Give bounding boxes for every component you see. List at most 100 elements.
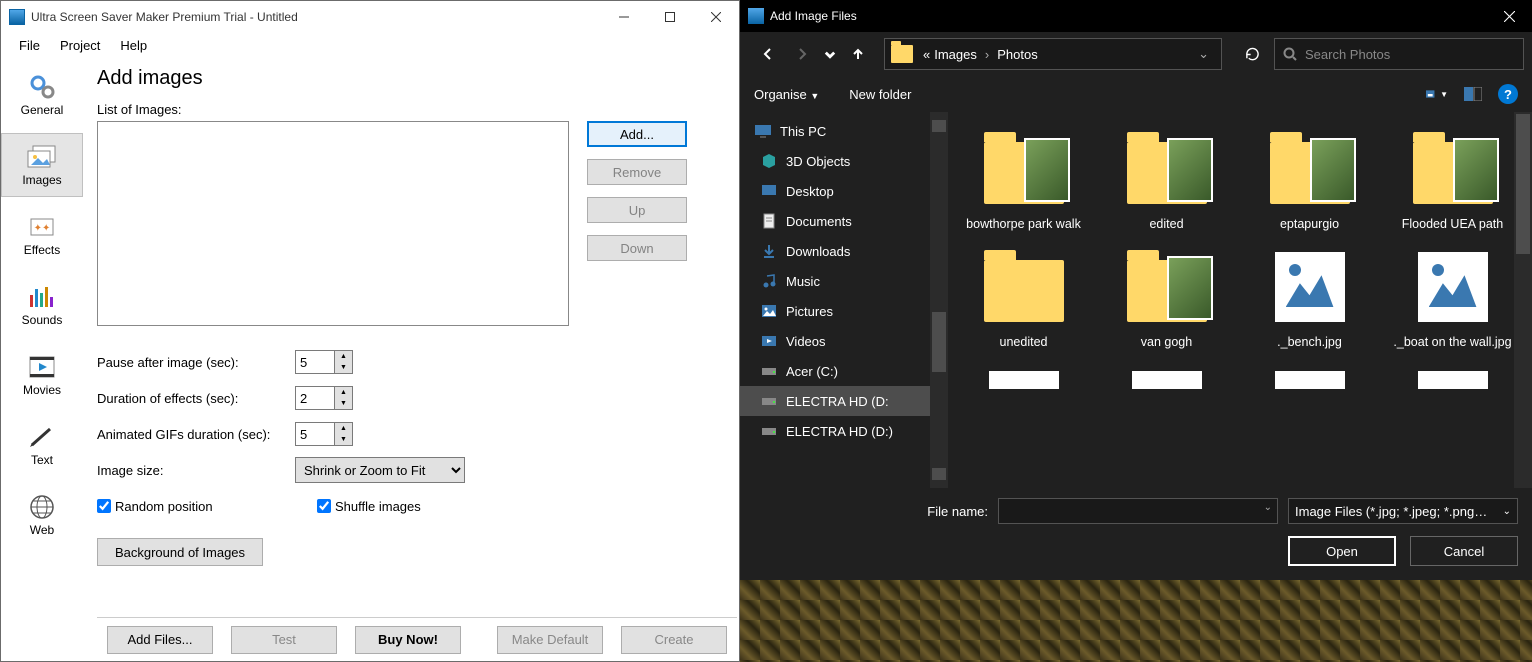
test-button[interactable]: Test [231,626,337,654]
sidebar-item-web[interactable]: Web [1,483,83,547]
file-item[interactable] [1238,361,1381,393]
file-name: ._boat on the wall.jpg [1393,334,1511,350]
file-item[interactable]: Flooded UEA path [1381,124,1514,236]
tree-item-desktop[interactable]: Desktop [740,176,930,206]
sidebar-item-sounds[interactable]: Sounds [1,273,83,337]
maximize-button[interactable] [647,1,693,33]
nav-recent-button[interactable] [822,40,838,68]
search-icon [1283,47,1297,61]
spin-down-icon[interactable]: ▼ [335,362,352,373]
size-combobox[interactable]: Shrink or Zoom to Fit [295,457,465,483]
files-scrollbar[interactable] [1514,112,1532,488]
size-label: Image size: [97,463,295,478]
folder-icon [891,45,913,63]
tree-item-pictures[interactable]: Pictures [740,296,930,326]
tree-item-music[interactable]: Music [740,266,930,296]
nav-forward-button[interactable] [788,40,816,68]
organise-menu[interactable]: Organise ▼ [754,87,819,102]
tree-item-acer-c-[interactable]: Acer (C:) [740,356,930,386]
tree-item-electra-hd-d-[interactable]: ELECTRA HD (D:) [740,416,930,446]
spin-down-icon[interactable]: ▼ [335,398,352,409]
dialog-close-button[interactable] [1486,0,1532,32]
address-bar[interactable]: « Images › Photos ⌄ [884,38,1222,70]
sidebar-item-text[interactable]: Text [1,413,83,477]
up-button[interactable]: Up [587,197,687,223]
tree-item-label: 3D Objects [786,154,850,169]
tree-item-this-pc[interactable]: This PC [740,116,930,146]
filename-input[interactable] [998,498,1278,524]
close-button[interactable] [693,1,739,33]
file-item[interactable] [1095,361,1238,393]
chevron-down-icon[interactable]: ⌄ [1264,502,1272,513]
file-item[interactable]: edited [1095,124,1238,236]
nav-up-button[interactable] [844,40,872,68]
file-item[interactable]: unedited [952,242,1095,354]
nav-back-button[interactable] [754,40,782,68]
sidebar-label-sounds: Sounds [22,313,63,327]
search-input[interactable]: Search Photos [1274,38,1524,70]
tree-item-videos[interactable]: Videos [740,326,930,356]
chevron-down-icon[interactable]: ⌄ [1192,46,1215,62]
chevron-down-icon: ⌄ [1503,506,1511,517]
addfiles-button[interactable]: Add Files... [107,626,213,654]
refresh-button[interactable] [1236,38,1268,70]
create-button[interactable]: Create [621,626,727,654]
tree-item-downloads[interactable]: Downloads [740,236,930,266]
menu-help[interactable]: Help [110,36,157,55]
help-button[interactable]: ? [1498,84,1518,104]
open-button[interactable]: Open [1288,536,1396,566]
spin-up-icon[interactable]: ▲ [335,387,352,398]
pause-spinner[interactable]: ▲▼ [295,350,353,374]
pause-input[interactable] [295,350,335,374]
sidebar-item-movies[interactable]: Movies [1,343,83,407]
random-checkbox[interactable]: Random position [97,499,295,514]
add-button[interactable]: Add... [587,121,687,147]
gif-spinner[interactable]: ▲▼ [295,422,353,446]
drive-icon [760,393,778,409]
gif-input[interactable] [295,422,335,446]
duration-input[interactable] [295,386,335,410]
menu-file[interactable]: File [9,36,50,55]
spin-up-icon[interactable]: ▲ [335,423,352,434]
tree-item-3d-objects[interactable]: 3D Objects [740,146,930,176]
background-button[interactable]: Background of Images [97,538,263,566]
menu-project[interactable]: Project [50,36,110,55]
spin-up-icon[interactable]: ▲ [335,351,352,362]
file-item[interactable] [1381,361,1514,393]
file-item[interactable]: eptapurgio [1238,124,1381,236]
file-item[interactable]: van gogh [1095,242,1238,354]
sidebar-item-effects[interactable]: ✦✦ Effects [1,203,83,267]
remove-button[interactable]: Remove [587,159,687,185]
music-icon [760,273,778,289]
view-mode-button[interactable]: ▼ [1426,85,1448,103]
tree-item-label: Music [786,274,820,289]
sidebar-item-general[interactable]: General [1,63,83,127]
file-item[interactable]: ._boat on the wall.jpg [1381,242,1514,354]
preview-pane-button[interactable] [1462,85,1484,103]
folder-tree[interactable]: This PC 3D Objects DesktopDocumentsDownloa… [740,112,930,488]
app-icon [748,8,764,24]
images-listbox[interactable] [97,121,569,326]
sidebar-item-images[interactable]: Images [1,133,83,197]
tree-scrollbar[interactable] [930,112,948,488]
file-list[interactable]: bowthorpe park walkeditedeptapurgioFlood… [948,112,1514,488]
cancel-button[interactable]: Cancel [1410,536,1518,566]
down-button[interactable]: Down [587,235,687,261]
shuffle-checkbox[interactable]: Shuffle images [317,499,421,514]
chevron-down-icon: ▼ [810,91,819,101]
file-item[interactable] [952,361,1095,393]
breadcrumb-seg2[interactable]: Photos [997,47,1037,62]
tree-item-electra-hd-d-[interactable]: ELECTRA HD (D: [740,386,930,416]
breadcrumb-prefix: « [923,47,930,62]
duration-spinner[interactable]: ▲▼ [295,386,353,410]
tree-item-documents[interactable]: Documents [740,206,930,236]
breadcrumb-seg1[interactable]: Images [934,47,977,62]
makedefault-button[interactable]: Make Default [497,626,603,654]
spin-down-icon[interactable]: ▼ [335,434,352,445]
file-item[interactable]: ._bench.jpg [1238,242,1381,354]
filter-combobox[interactable]: Image Files (*.jpg; *.jpeg; *.png…⌄ [1288,498,1518,524]
file-item[interactable]: bowthorpe park walk [952,124,1095,236]
minimize-button[interactable] [601,1,647,33]
newfolder-button[interactable]: New folder [849,87,911,102]
buynow-button[interactable]: Buy Now! [355,626,461,654]
